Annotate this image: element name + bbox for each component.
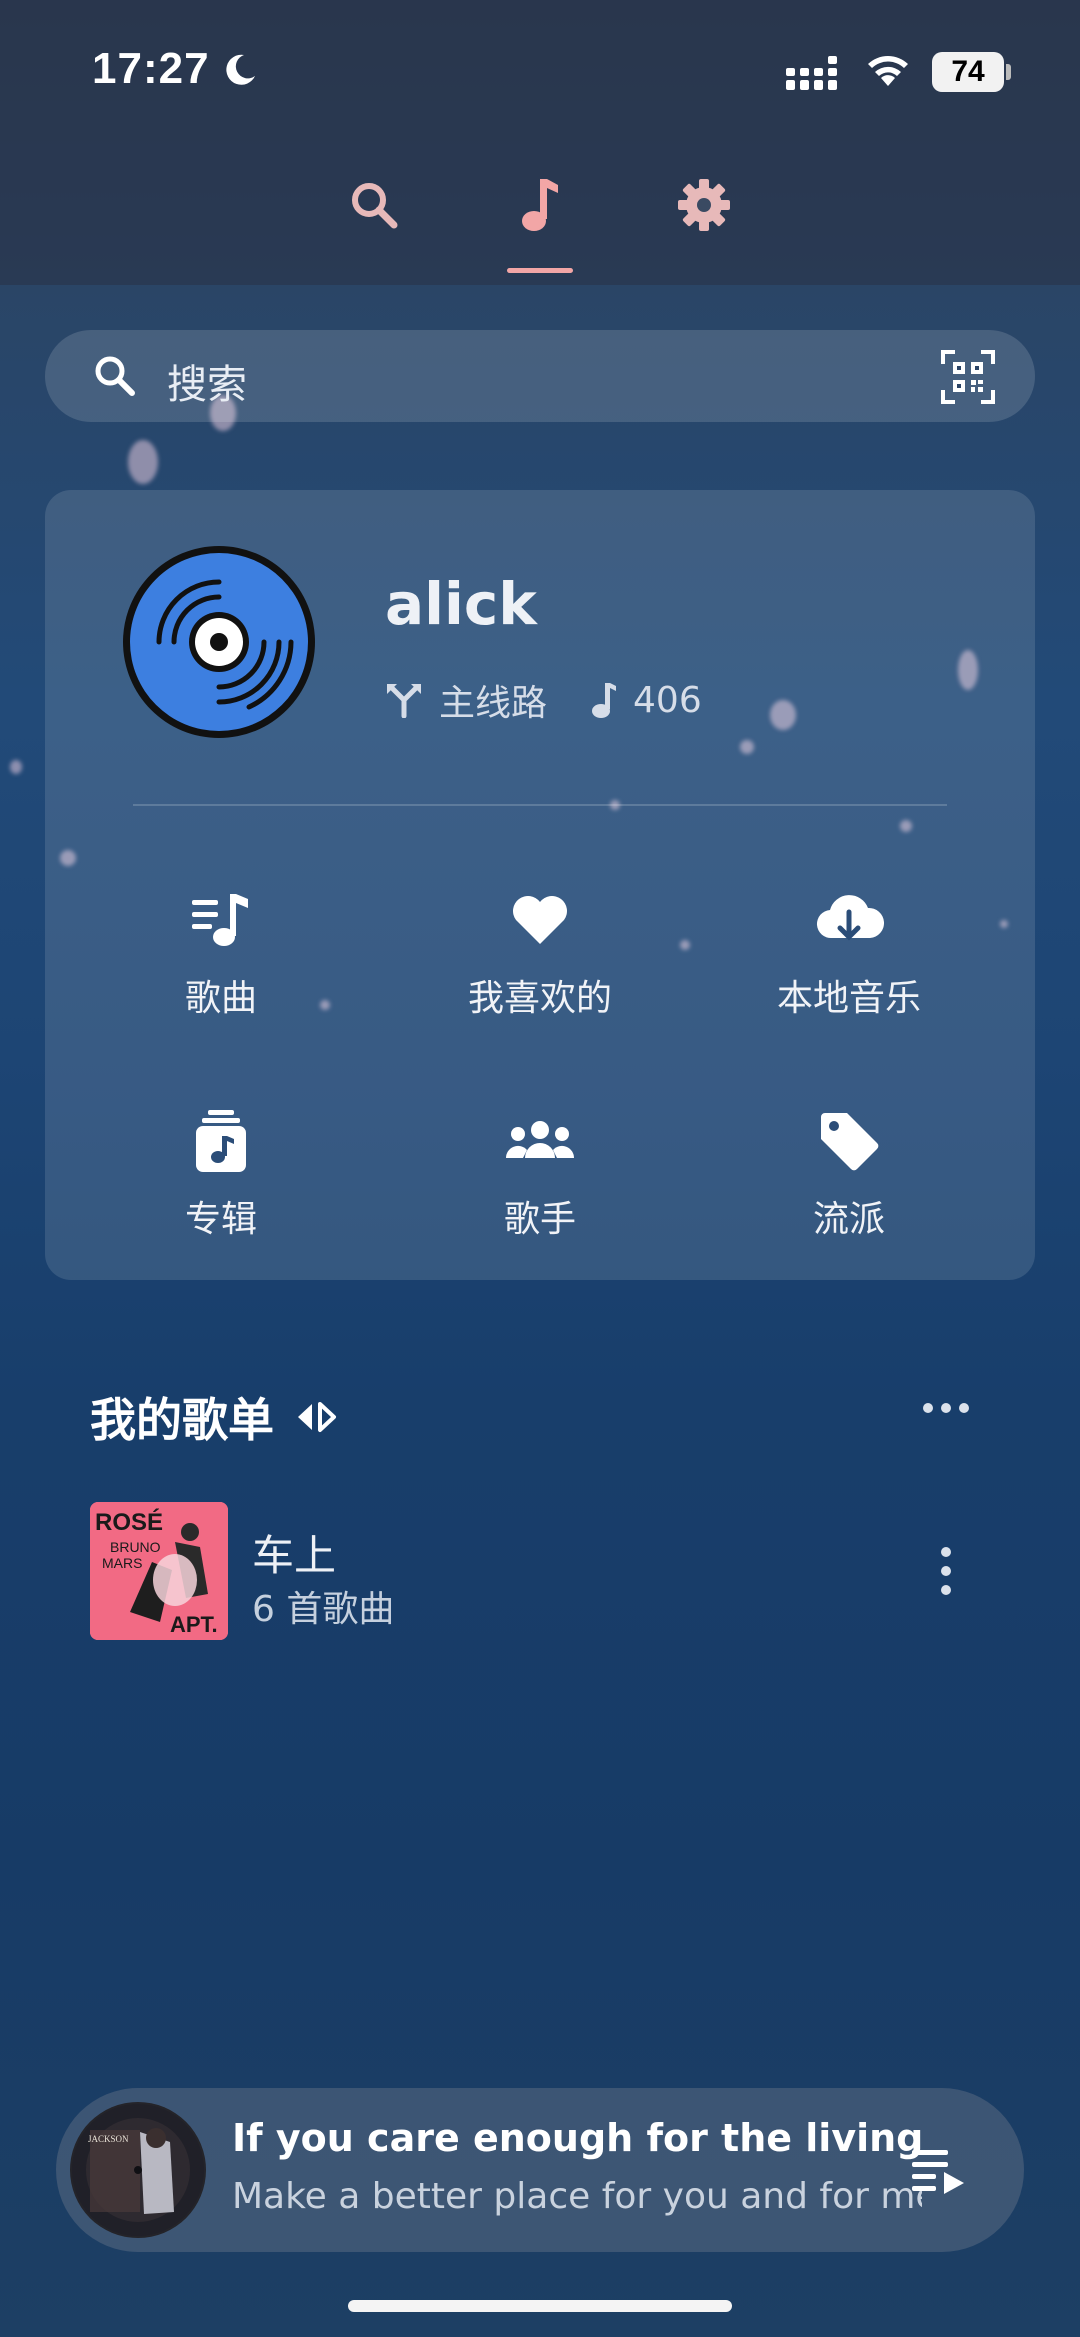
search-input[interactable]: 搜索 xyxy=(167,352,247,410)
qr-code-scan-icon[interactable] xyxy=(941,350,995,404)
search-icon xyxy=(95,356,135,396)
moon-icon xyxy=(226,54,255,85)
tab-search[interactable] xyxy=(334,170,414,240)
playlist-song-count: 6 首歌曲 xyxy=(252,1589,395,1630)
battery-indicator: 74 xyxy=(932,52,1004,92)
library-label-local-music: 本地音乐 xyxy=(776,978,921,1019)
library-label-artists: 歌手 xyxy=(503,1199,576,1240)
cover-text-apt: APT. xyxy=(170,1612,218,1637)
library-item-artists[interactable]: 歌手 xyxy=(410,1106,670,1242)
playlist-item[interactable]: ROSÉ BRUNO MARS APT. 车上 6 首歌曲 xyxy=(90,1502,990,1642)
playlist-cover: ROSÉ BRUNO MARS APT. xyxy=(90,1502,228,1640)
music-note-icon xyxy=(522,179,558,231)
now-playing-bar[interactable]: JACKSON If you care enough for the livin… xyxy=(56,2088,1024,2252)
cellular-signal-icon xyxy=(786,56,837,90)
now-playing-subtitle: Make a better place for you and for me xyxy=(232,2176,922,2217)
profile-card: alick 主线路 406 歌曲 我喜欢的 本地音乐 专辑 歌手 流派 xyxy=(45,490,1035,1280)
wifi-icon xyxy=(868,56,908,86)
cloud-download-icon xyxy=(816,895,884,941)
tab-bar xyxy=(0,170,1080,280)
library-item-genres[interactable]: 流派 xyxy=(719,1106,979,1242)
profile-meta: 主线路 406 xyxy=(385,675,702,725)
library-item-favorites[interactable]: 我喜欢的 xyxy=(410,885,670,1021)
library-label-albums: 专辑 xyxy=(184,1199,257,1240)
song-count: 406 xyxy=(633,679,702,721)
library-item-songs[interactable]: 歌曲 xyxy=(91,885,351,1021)
library-label-favorites: 我喜欢的 xyxy=(467,978,612,1019)
active-tab-indicator xyxy=(507,268,573,273)
library-label-songs: 歌曲 xyxy=(184,978,257,1019)
now-playing-cover: JACKSON xyxy=(70,2102,206,2238)
username: alick xyxy=(385,570,537,638)
status-bar: 17:27 74 xyxy=(0,0,1080,140)
artists-group-icon xyxy=(505,1121,575,1158)
song-list-icon xyxy=(192,894,248,946)
music-note-icon xyxy=(589,681,617,719)
album-icon xyxy=(196,1110,246,1172)
vinyl-record-avatar[interactable] xyxy=(119,542,319,742)
play-queue-icon[interactable] xyxy=(910,2142,966,2198)
cover-text-jackson: JACKSON xyxy=(88,2134,129,2144)
tab-settings[interactable] xyxy=(664,170,744,240)
cover-text-bruno: BRUNO xyxy=(110,1539,161,1555)
tag-icon xyxy=(821,1113,879,1171)
heart-icon xyxy=(513,896,567,944)
home-indicator[interactable] xyxy=(348,2300,732,2312)
card-divider xyxy=(133,804,947,806)
swap-toggle-icon[interactable] xyxy=(294,1400,338,1434)
more-vertical-icon[interactable] xyxy=(938,1546,954,1596)
battery-cap xyxy=(1006,64,1011,80)
now-playing-title: If you care enough for the living xyxy=(232,2116,924,2160)
search-icon xyxy=(352,183,398,229)
more-horizontal-icon[interactable] xyxy=(922,1400,970,1416)
cover-text-rose: ROSÉ xyxy=(95,1508,163,1536)
playlist-name: 车上 xyxy=(252,1531,337,1580)
tab-music[interactable] xyxy=(500,170,580,240)
cover-text-mars: MARS xyxy=(102,1555,142,1571)
library-item-albums[interactable]: 专辑 xyxy=(91,1106,351,1242)
route-fork-icon xyxy=(385,682,423,718)
playlists-title: 我的歌单 xyxy=(90,1393,274,1447)
search-bar[interactable]: 搜索 xyxy=(45,330,1035,422)
gear-icon xyxy=(678,179,730,231)
route-label: 主线路 xyxy=(439,683,548,724)
library-item-local-music[interactable]: 本地音乐 xyxy=(719,885,979,1021)
playlists-section-title: 我的歌单 xyxy=(90,1384,338,1450)
library-label-genres: 流派 xyxy=(812,1199,885,1240)
status-time: 17:27 xyxy=(92,44,210,93)
